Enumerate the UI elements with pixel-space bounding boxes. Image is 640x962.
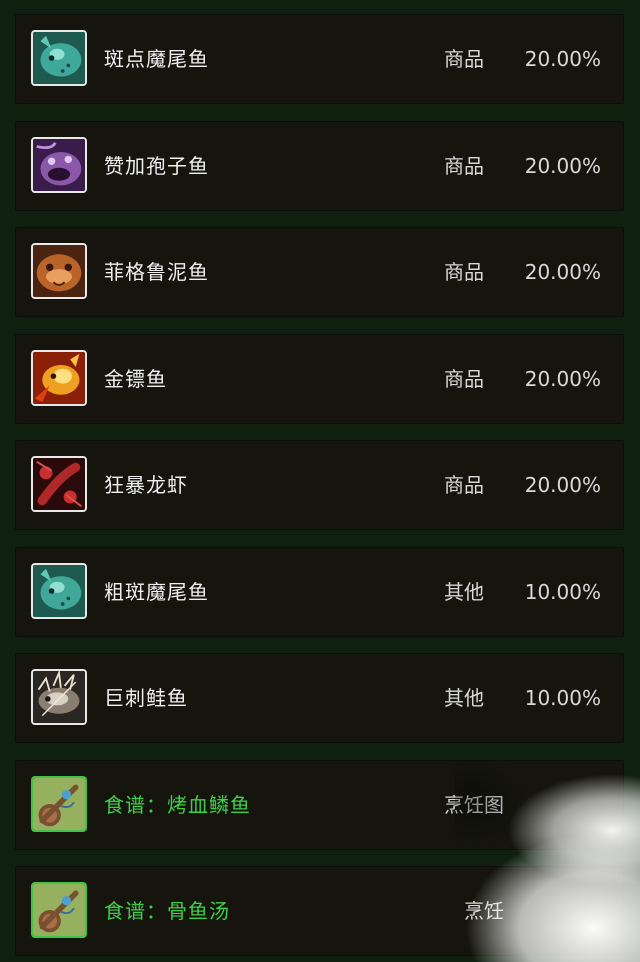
item-name: 斑点魔尾鱼 <box>104 47 209 71</box>
loot-table-page: 斑点魔尾鱼 商品 20.00% 赞加孢子鱼 商品 20.00% 菲格鲁泥鱼 商品… <box>0 0 640 962</box>
item-type: 商品 <box>444 47 484 71</box>
list-item[interactable]: 食谱：烤血鳞鱼 烹饪图 <box>15 759 624 850</box>
item-type: 商品 <box>444 260 484 284</box>
drop-chance: 20.00% <box>524 260 601 284</box>
list-item[interactable]: 巨刺鲑鱼 其他 10.00% <box>15 653 624 743</box>
loot-list: 斑点魔尾鱼 商品 20.00% 赞加孢子鱼 商品 20.00% 菲格鲁泥鱼 商品… <box>15 14 624 962</box>
list-item[interactable]: 粗斑魔尾鱼 其他 10.00% <box>15 546 624 637</box>
list-item[interactable]: 菲格鲁泥鱼 商品 20.00% <box>15 227 624 317</box>
drop-chance: 10.00% <box>524 686 601 710</box>
recipe-scroll-icon <box>31 882 87 938</box>
spotted-fish-icon <box>31 562 87 619</box>
spotted-fish-icon <box>31 30 87 86</box>
item-name: 狂暴龙虾 <box>104 473 188 497</box>
list-item[interactable]: 狂暴龙虾 商品 20.00% <box>15 440 624 530</box>
item-type: 其他 <box>444 686 484 710</box>
drop-chance: 20.00% <box>524 153 601 178</box>
item-name: 巨刺鲑鱼 <box>104 686 188 710</box>
drop-chance: 20.00% <box>524 366 601 391</box>
item-name: 食谱：骨鱼汤 <box>104 899 230 923</box>
list-item[interactable]: 赞加孢子鱼 商品 20.00% <box>15 120 624 211</box>
item-type: 商品 <box>444 153 484 178</box>
golden-darter-icon <box>31 349 87 406</box>
list-item[interactable]: 斑点魔尾鱼 商品 20.00% <box>15 14 624 104</box>
item-name: 食谱：烤血鳞鱼 <box>104 792 251 817</box>
item-type: 其他 <box>444 579 484 604</box>
lobster-icon <box>31 456 87 512</box>
drop-chance: 20.00% <box>524 47 601 71</box>
spined-fish-icon <box>31 669 87 725</box>
item-name: 粗斑魔尾鱼 <box>104 579 209 604</box>
item-name: 赞加孢子鱼 <box>104 153 209 178</box>
item-name: 菲格鲁泥鱼 <box>104 260 209 284</box>
item-type: 商品 <box>444 473 484 497</box>
list-item[interactable]: 金镖鱼 商品 20.00% <box>15 333 624 424</box>
item-type: 商品 <box>444 366 484 391</box>
list-item[interactable]: 食谱：骨鱼汤 烹饪 <box>15 866 624 956</box>
item-type: 烹饪图 <box>444 792 504 817</box>
item-type: 烹饪 <box>464 899 504 923</box>
mud-fish-icon <box>31 243 87 299</box>
drop-chance: 10.00% <box>524 579 601 604</box>
drop-chance: 20.00% <box>524 473 601 497</box>
item-name: 金镖鱼 <box>104 366 167 391</box>
recipe-scroll-icon <box>31 775 87 832</box>
spore-fish-icon <box>31 136 87 193</box>
